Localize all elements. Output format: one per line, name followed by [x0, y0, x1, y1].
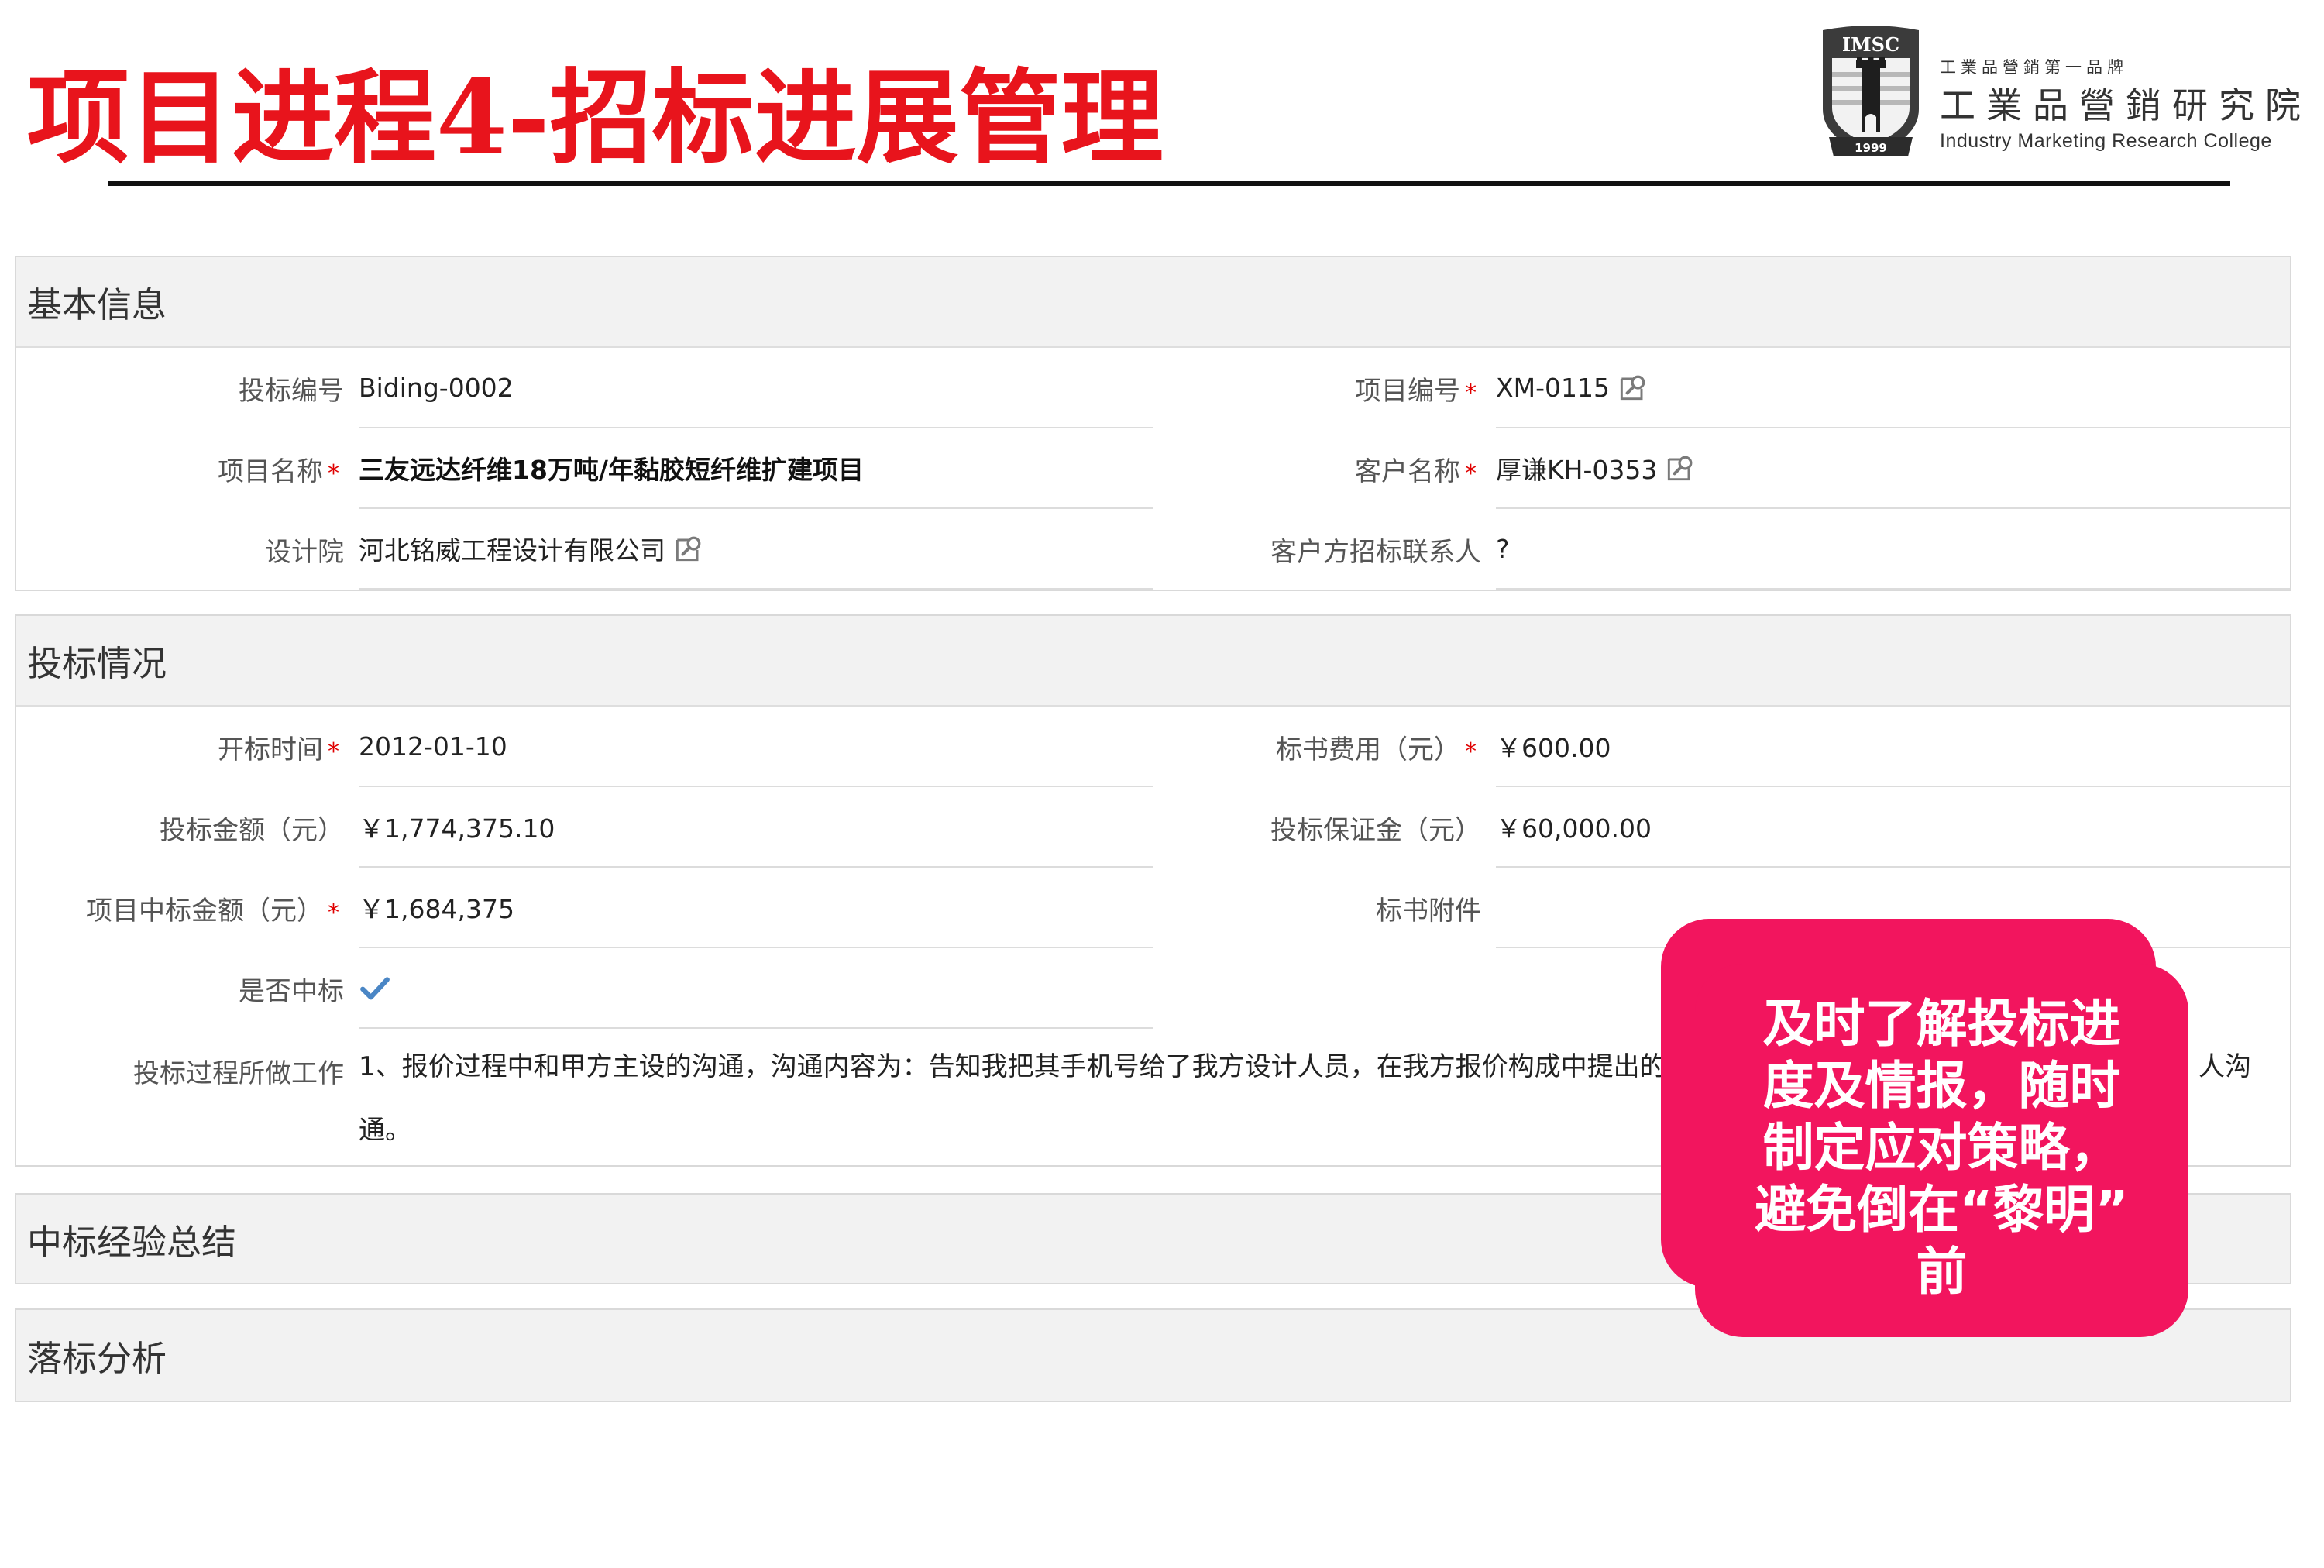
field-value-project-name: 三友远达纤维18万吨/年黏胶短纤维扩建项目: [359, 428, 1153, 509]
required-asterisk: *: [328, 738, 339, 765]
field-value-customer-name: 厚谦KH-0353: [1496, 428, 2290, 509]
field-value-project-no: XM-0115: [1496, 348, 2290, 428]
callout-line: 度及情报，随时: [1762, 1056, 2121, 1116]
callout-line: 及时了解投标进: [1762, 994, 2121, 1054]
basic-info-fields: 投标编号 Biding-0002 项目编号 * XM-0115 项目名称 * 三…: [16, 348, 2290, 590]
field-label-bid-bond: 投标保证金（元）: [1153, 787, 1493, 868]
label-text: 是否中标: [239, 975, 344, 1007]
callout-text: 及时了解投标进 度及情报，随时 制定应对策略， 避免倒在“黎明” 前: [1695, 993, 2188, 1303]
field-label-customer-contact: 客户方招标联系人: [1153, 509, 1493, 590]
field-label-project-no: 项目编号 *: [1153, 348, 1493, 428]
section-title: 落标分析: [27, 1338, 167, 1379]
field-label-bid-amount: 投标金额（元）: [16, 787, 356, 868]
field-value-bid-bond: ￥60,000.00: [1496, 787, 2290, 868]
field-value-opening-date: 2012-01-10: [359, 707, 1153, 787]
label-text: 投标保证金（元）: [1270, 814, 1481, 846]
section-title: 中标经验总结: [27, 1221, 237, 1263]
field-label-project-name: 项目名称 *: [16, 428, 356, 509]
callout-line: 制定应对策略，: [1762, 1118, 2121, 1178]
field-label-work-done: 投标过程所做工作: [16, 1029, 356, 1165]
logo-tagline: 工業品營銷第一品牌: [1940, 58, 2128, 77]
value-text: 河北铭威工程设计有限公司: [359, 535, 665, 566]
value-text: 三友远达纤维18万吨/年黏胶短纤维扩建项目: [359, 455, 864, 485]
label-text: 客户方招标联系人: [1270, 536, 1481, 568]
field-label-design-institute: 设计院: [16, 509, 356, 590]
value-text: ￥60,000.00: [1496, 813, 1652, 844]
section-header-basic-info[interactable]: 基本信息: [16, 257, 2290, 348]
field-value-won: [359, 948, 1153, 1029]
field-label-opening-date: 开标时间 *: [16, 707, 356, 787]
slide: 项目进程4-招标进展管理 IMSC 1999 工業品營銷第一品牌 工業品營銷研究…: [0, 0, 2324, 1568]
value-text: Biding-0002: [359, 372, 514, 403]
field-value-customer-contact: ?: [1496, 509, 2290, 590]
label-text: 投标金额（元）: [160, 814, 344, 846]
logo-badge-text: IMSC: [1842, 33, 1899, 56]
value-text: 厚谦KH-0353: [1496, 455, 1658, 485]
lookup-icon[interactable]: [1663, 451, 1697, 485]
callout-line: 避免倒在“黎明”: [1755, 1180, 2129, 1240]
value-text: ￥600.00: [1496, 733, 1611, 763]
field-label-award-amount: 项目中标金额（元） *: [16, 868, 356, 948]
slide-title: 项目进程4-招标进展管理: [27, 58, 1164, 178]
label-text: 设计院: [265, 536, 344, 568]
field-label-bid-no: 投标编号: [16, 348, 356, 428]
field-label-tender-fee: 标书费用（元） *: [1153, 707, 1493, 787]
logo-badge-year: 1999: [1855, 141, 1887, 155]
check-icon: [360, 977, 390, 1000]
required-asterisk: *: [1465, 738, 1477, 765]
label-text: 标书费用（元）: [1276, 734, 1460, 765]
required-asterisk: *: [1465, 459, 1477, 487]
field-value-award-amount: ￥1,684,375: [359, 868, 1153, 948]
label-text: 开标时间: [218, 734, 323, 765]
field-label-won: 是否中标: [16, 948, 356, 1029]
value-text: ￥1,774,375.10: [359, 813, 555, 844]
label-text: 项目中标金额（元）: [86, 895, 323, 927]
required-asterisk: *: [1465, 379, 1477, 407]
field-label-customer-name: 客户名称 *: [1153, 428, 1493, 509]
lookup-icon[interactable]: [672, 531, 706, 566]
callout-line: 前: [1916, 1242, 1968, 1302]
value-text: ￥1,684,375: [359, 894, 514, 924]
field-value-bid-amount: ￥1,774,375.10: [359, 787, 1153, 868]
value-text: 2012-01-10: [359, 731, 507, 762]
required-asterisk: *: [328, 459, 339, 487]
field-value-tender-fee: ￥600.00: [1496, 707, 2290, 787]
label-text: 项目编号: [1355, 375, 1460, 407]
empty-label-cell: [1153, 948, 1493, 1029]
value-text: ?: [1496, 533, 1510, 564]
section-title: 投标情况: [27, 643, 167, 684]
required-asterisk: *: [328, 899, 339, 927]
label-text: 客户名称: [1355, 456, 1460, 487]
label-text: 项目名称: [218, 456, 323, 487]
section-header-bid-status[interactable]: 投标情况: [16, 616, 2290, 707]
logo-name-en: Industry Marketing Research College: [1940, 130, 2272, 152]
value-text: XM-0115: [1496, 372, 1610, 403]
field-label-attachment: 标书附件: [1153, 868, 1493, 948]
logo-name-cn: 工業品營銷研究院: [1940, 84, 2312, 126]
work-done-line-end: 人沟: [2199, 1051, 2251, 1082]
section-title: 基本信息: [27, 284, 167, 325]
section-basic-info: 基本信息 投标编号 Biding-0002 项目编号 * XM-0115 项目名…: [15, 256, 2291, 591]
label-text: 标书附件: [1376, 895, 1481, 927]
field-value-design-institute: 河北铭威工程设计有限公司: [359, 509, 1153, 590]
lookup-icon[interactable]: [1616, 370, 1650, 404]
field-value-bid-no: Biding-0002: [359, 348, 1153, 428]
label-text: 投标编号: [239, 375, 344, 407]
label-text: 投标过程所做工作: [133, 1058, 344, 1089]
title-underline: [108, 181, 2230, 186]
shield-emblem-icon: IMSC 1999: [1823, 26, 1919, 156]
